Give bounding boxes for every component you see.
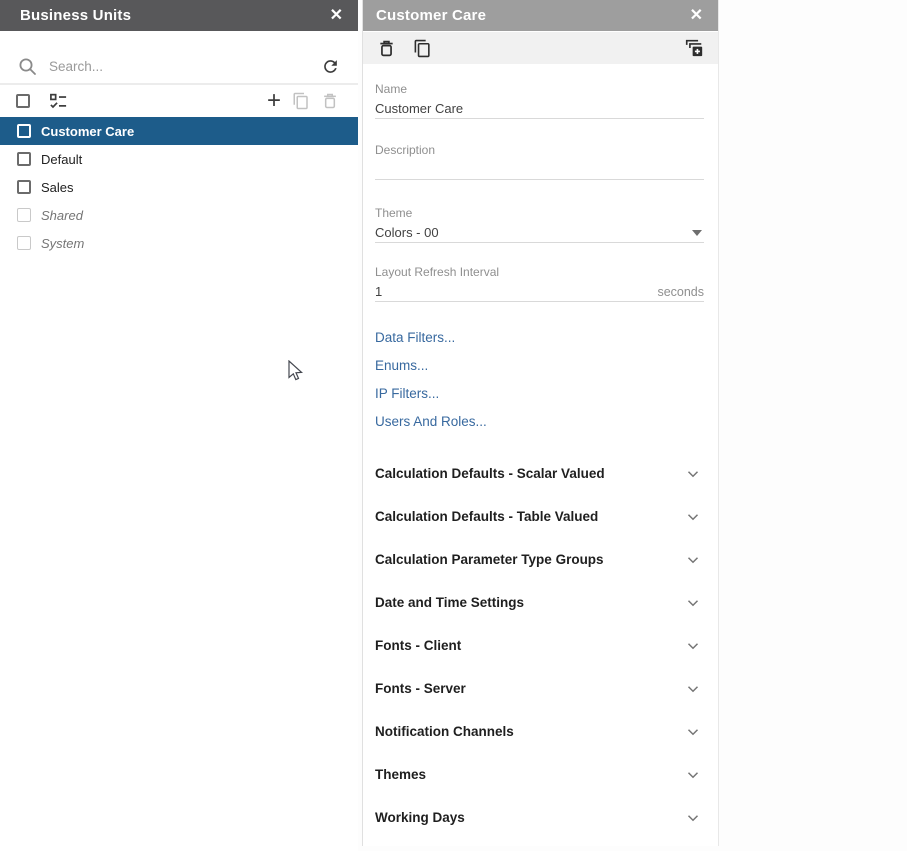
section-working-days[interactable]: Working Days [375, 796, 704, 839]
row-checkbox[interactable] [17, 152, 31, 166]
row-checkbox[interactable] [17, 180, 31, 194]
search-icon [18, 57, 37, 76]
name-value[interactable]: Customer Care [375, 100, 704, 118]
list-toolbar: + [0, 85, 358, 117]
link-ip-filters[interactable]: IP Filters... [375, 386, 704, 402]
search-bar [0, 49, 358, 83]
list-item-system[interactable]: System [0, 229, 358, 257]
list-item-default[interactable]: Default [0, 145, 358, 173]
list-item-label: Shared [41, 208, 83, 223]
section-notification-channels[interactable]: Notification Channels [375, 710, 704, 753]
search-input[interactable] [49, 59, 321, 74]
theme-field[interactable]: Theme Colors - 00 [375, 206, 704, 243]
section-date-time-settings[interactable]: Date and Time Settings [375, 581, 704, 624]
list-item-label: Default [41, 152, 82, 167]
chevron-down-icon[interactable] [684, 551, 702, 569]
select-all-checkbox[interactable] [16, 94, 30, 108]
detail-toolbar [363, 32, 718, 64]
theme-value[interactable]: Colors - 00 [375, 224, 692, 242]
chevron-down-icon[interactable] [684, 465, 702, 483]
section-themes[interactable]: Themes [375, 753, 704, 796]
detail-form: Name Customer Care Description Theme Col… [363, 82, 718, 839]
delete-icon-disabled[interactable] [321, 92, 339, 110]
layout-refresh-suffix: seconds [657, 285, 704, 299]
business-units-header: Business Units ✕ [0, 0, 358, 31]
add-copy-icon[interactable] [684, 38, 704, 58]
list-item-label: System [41, 236, 84, 251]
description-field[interactable]: Description [375, 143, 704, 180]
close-icon[interactable]: ✕ [328, 6, 345, 26]
section-calc-defaults-scalar[interactable]: Calculation Defaults - Scalar Valued [375, 452, 704, 495]
layout-refresh-field[interactable]: Layout Refresh Interval 1 seconds [375, 265, 704, 302]
customer-care-title: Customer Care [376, 7, 688, 24]
refresh-icon[interactable] [321, 57, 340, 76]
link-users-and-roles[interactable]: Users And Roles... [375, 414, 704, 430]
list-item-label: Sales [41, 180, 74, 195]
chevron-down-icon[interactable] [684, 680, 702, 698]
list-item-customer-care[interactable]: Customer Care [0, 117, 358, 145]
delete-icon[interactable] [377, 39, 396, 58]
list-item-shared[interactable]: Shared [0, 201, 358, 229]
name-field[interactable]: Name Customer Care [375, 82, 704, 119]
list-item-label: Customer Care [41, 124, 134, 139]
chevron-down-icon[interactable] [684, 594, 702, 612]
description-value[interactable] [375, 161, 704, 179]
chevron-down-icon[interactable] [684, 809, 702, 827]
chevron-down-icon[interactable] [684, 766, 702, 784]
section-fonts-server[interactable]: Fonts - Server [375, 667, 704, 710]
list-item-sales[interactable]: Sales [0, 173, 358, 201]
layout-refresh-value[interactable]: 1 [375, 283, 657, 301]
customer-care-panel: Customer Care ✕ Name Customer Care Descr… [362, 0, 719, 846]
dropdown-arrow-icon[interactable] [692, 230, 702, 236]
link-enums[interactable]: Enums... [375, 358, 704, 374]
layout-refresh-label: Layout Refresh Interval [375, 265, 704, 280]
add-icon[interactable]: + [267, 91, 281, 111]
checklist-icon[interactable] [49, 92, 68, 111]
chevron-down-icon[interactable] [684, 637, 702, 655]
business-units-title: Business Units [20, 7, 328, 24]
section-list: Calculation Defaults - Scalar Valued Cal… [375, 452, 704, 839]
row-checkbox[interactable] [17, 124, 31, 138]
row-checkbox-disabled [17, 208, 31, 222]
link-data-filters[interactable]: Data Filters... [375, 330, 704, 346]
section-calc-parameter-type-groups[interactable]: Calculation Parameter Type Groups [375, 538, 704, 581]
theme-label: Theme [375, 206, 704, 221]
row-checkbox-disabled [17, 236, 31, 250]
duplicate-icon[interactable] [413, 39, 432, 58]
section-calc-defaults-table[interactable]: Calculation Defaults - Table Valued [375, 495, 704, 538]
name-label: Name [375, 82, 704, 97]
business-units-panel: Business Units ✕ + Customer Care Default [0, 0, 358, 851]
link-list: Data Filters... Enums... IP Filters... U… [375, 330, 704, 430]
chevron-down-icon[interactable] [684, 508, 702, 526]
section-fonts-client[interactable]: Fonts - Client [375, 624, 704, 667]
chevron-down-icon[interactable] [684, 723, 702, 741]
customer-care-header: Customer Care ✕ [363, 0, 718, 31]
duplicate-icon-disabled[interactable] [292, 92, 310, 110]
close-icon[interactable]: ✕ [688, 6, 705, 26]
description-label: Description [375, 143, 704, 158]
